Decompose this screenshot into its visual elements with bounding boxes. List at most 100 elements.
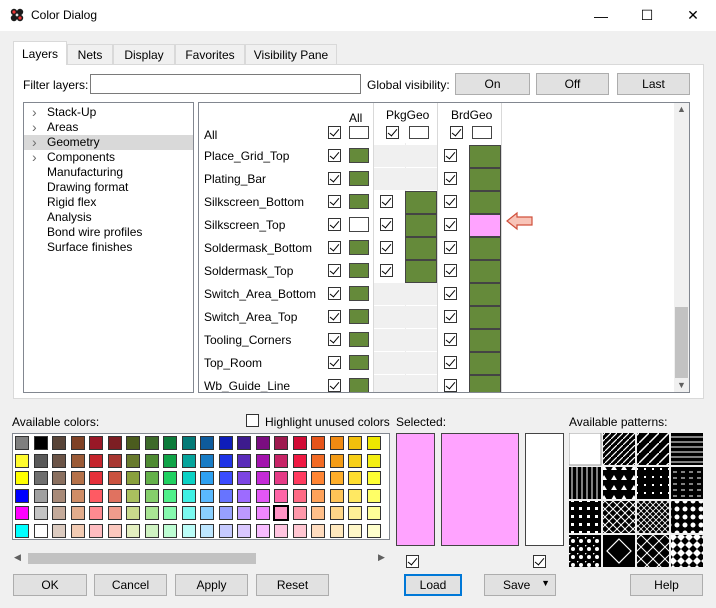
palette-color-cell[interactable] — [163, 506, 177, 520]
tree-item[interactable]: Bond wire profiles — [24, 225, 193, 240]
palette-color-cell[interactable] — [52, 453, 66, 468]
pattern-squares[interactable] — [569, 501, 601, 533]
palette-color-cell[interactable] — [292, 523, 307, 538]
palette-color-cell[interactable] — [144, 436, 159, 450]
palette-color-cell[interactable] — [348, 488, 362, 503]
brdgeo-color-swatch[interactable] — [469, 329, 501, 352]
palette-color-cell[interactable] — [70, 506, 85, 520]
palette-color-cell[interactable] — [15, 523, 29, 538]
brdgeo-visibility-checkbox[interactable] — [444, 241, 457, 254]
visibility-off-button[interactable]: Off — [536, 73, 609, 95]
pattern-checker-diamond[interactable] — [671, 535, 703, 567]
palette-color-cell[interactable] — [107, 436, 122, 450]
palette-color-cell[interactable] — [218, 523, 233, 538]
palette-color-cell[interactable] — [126, 436, 140, 450]
palette-color-cell[interactable] — [329, 453, 344, 468]
palette-color-cell[interactable] — [200, 506, 214, 520]
palette-color-cell[interactable] — [218, 436, 233, 450]
palette-color-cell[interactable] — [144, 453, 159, 468]
palette-color-cell[interactable] — [366, 471, 381, 485]
palette-color-cell[interactable] — [218, 488, 233, 503]
tab-display[interactable]: Display — [113, 44, 175, 64]
load-button[interactable]: Load — [404, 574, 462, 596]
palette-color-cell[interactable] — [200, 436, 214, 450]
palette-color-cell[interactable] — [348, 436, 362, 450]
pkggeo-color-swatch[interactable] — [405, 214, 437, 237]
scroll-left-icon[interactable]: ◀ — [14, 552, 21, 563]
brdgeo-visibility-checkbox[interactable] — [444, 333, 457, 346]
palette-color-cell[interactable] — [311, 453, 325, 468]
palette-color-cell[interactable] — [274, 471, 288, 485]
row-color-swatch[interactable] — [349, 194, 369, 209]
palette-color-cell[interactable] — [107, 471, 122, 485]
tree-item[interactable]: Surface finishes — [24, 240, 193, 255]
palette-color-cell[interactable] — [89, 506, 103, 520]
palette-color-cell[interactable] — [255, 471, 270, 485]
pattern-diamond-lattice[interactable] — [637, 535, 669, 567]
palette-color-cell[interactable] — [70, 488, 85, 503]
palette-color-cell[interactable] — [329, 523, 344, 538]
palette-color-cell[interactable] — [33, 506, 48, 520]
palette-color-cell[interactable] — [144, 523, 159, 538]
palette-color-cell[interactable] — [107, 488, 122, 503]
palette-color-cell[interactable] — [237, 523, 251, 538]
pattern-crosshatch[interactable] — [603, 501, 635, 533]
apply-button[interactable]: Apply — [175, 574, 248, 596]
brdgeo-color-swatch[interactable] — [469, 352, 501, 375]
palette-color-cell[interactable] — [292, 488, 307, 503]
brdgeo-visibility-checkbox[interactable] — [444, 264, 457, 277]
palette-color-cell[interactable] — [348, 471, 362, 485]
pattern-horizontal[interactable] — [671, 433, 703, 465]
palette-color-cell[interactable] — [33, 471, 48, 485]
pkggeo-all-swatch[interactable] — [409, 126, 429, 139]
pkggeo-visibility-checkbox[interactable] — [380, 195, 393, 208]
palette-color-cell[interactable] — [311, 506, 325, 520]
palette-color-cell[interactable] — [274, 488, 288, 503]
brdgeo-color-swatch[interactable] — [469, 375, 501, 392]
row-visibility-checkbox[interactable] — [328, 172, 341, 185]
palette-color-cell[interactable] — [70, 471, 85, 485]
palette-color-cell[interactable] — [366, 523, 381, 538]
palette-color-cell[interactable] — [52, 436, 66, 450]
pkggeo-visibility-checkbox[interactable] — [380, 264, 393, 277]
selected-pattern-checkbox[interactable] — [533, 555, 546, 568]
tree-item[interactable]: › Components — [24, 150, 193, 165]
row-visibility-checkbox[interactable] — [328, 379, 341, 392]
palette-color-cell[interactable] — [33, 488, 48, 503]
palette-color-cell[interactable] — [255, 506, 270, 520]
tab-visibility-pane[interactable]: Visibility Pane — [245, 44, 337, 64]
row-visibility-checkbox[interactable] — [328, 149, 341, 162]
tree-item[interactable]: › Areas — [24, 120, 193, 135]
tree-item[interactable]: Manufacturing — [24, 165, 193, 180]
close-button[interactable]: ✕ — [670, 0, 716, 31]
palette-color-cell[interactable] — [52, 471, 66, 485]
palette-color-cell[interactable] — [181, 488, 196, 503]
scroll-down-icon[interactable]: ▼ — [675, 380, 688, 390]
selected-color-checkbox[interactable] — [406, 555, 419, 568]
row-color-swatch[interactable] — [349, 309, 369, 324]
palette-color-cell[interactable] — [163, 488, 177, 503]
palette-color-cell[interactable] — [89, 436, 103, 450]
ok-button[interactable]: OK — [13, 574, 87, 596]
palette-color-cell[interactable] — [218, 506, 233, 520]
tab-layers[interactable]: Layers — [13, 41, 67, 65]
tab-favorites[interactable]: Favorites — [175, 44, 245, 64]
help-button[interactable]: Help — [630, 574, 703, 596]
palette-color-cell[interactable] — [255, 488, 270, 503]
palette-color-cell[interactable] — [329, 506, 344, 520]
pkggeo-visibility-checkbox[interactable] — [380, 241, 393, 254]
scroll-up-icon[interactable]: ▲ — [675, 104, 688, 114]
row-color-swatch[interactable] — [349, 263, 369, 278]
cancel-button[interactable]: Cancel — [94, 574, 167, 596]
scroll-right-icon[interactable]: ▶ — [378, 552, 385, 563]
palette-color-cell[interactable] — [255, 453, 270, 468]
maximize-button[interactable]: ☐ — [624, 0, 670, 31]
tree-item[interactable]: Analysis — [24, 210, 193, 225]
row-visibility-checkbox[interactable] — [328, 241, 341, 254]
palette-color-cell[interactable] — [15, 436, 29, 450]
row-color-swatch[interactable] — [349, 332, 369, 347]
pattern-crosshatch-fine[interactable] — [637, 501, 669, 533]
palette-color-cell[interactable] — [33, 523, 48, 538]
palette-color-cell[interactable] — [255, 523, 270, 538]
tree-item[interactable]: Drawing format — [24, 180, 193, 195]
